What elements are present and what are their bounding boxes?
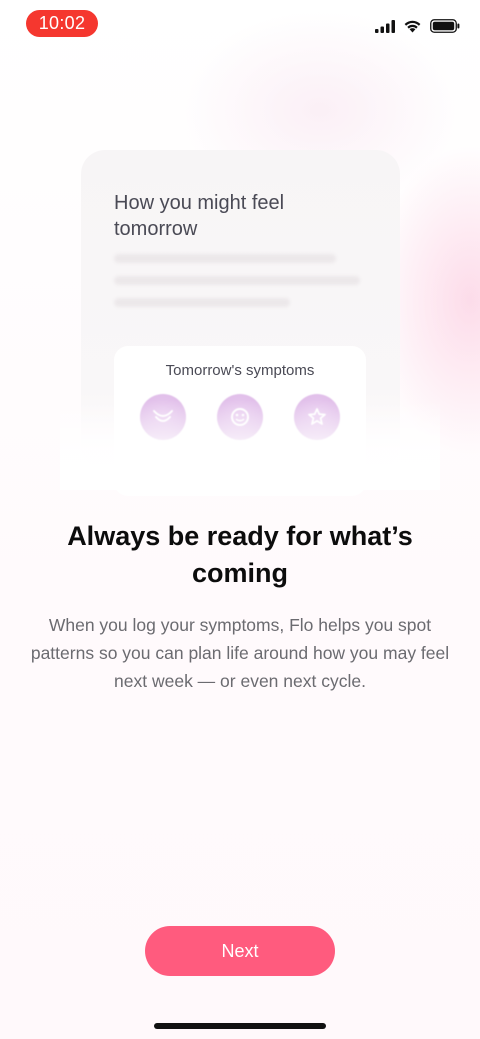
- status-icons: [375, 18, 460, 34]
- onboarding-description: When you log your symptoms, Flo helps yo…: [30, 615, 450, 691]
- status-time: 10:02: [26, 10, 98, 37]
- status-bar: 10:02: [0, 0, 480, 48]
- preview-title: How you might feel tomorrow: [114, 192, 285, 240]
- wifi-icon: [404, 20, 421, 33]
- home-indicator[interactable]: [154, 1023, 326, 1029]
- onboarding-headline: Always be ready for what’s coming: [67, 521, 413, 588]
- preview-blurred-text: [114, 254, 364, 320]
- next-button[interactable]: Next: [145, 926, 335, 976]
- battery-icon: [430, 19, 460, 33]
- cellular-signal-icon: [375, 19, 395, 33]
- preview-fade: [60, 400, 440, 490]
- symptoms-title: Tomorrow's symptoms: [165, 362, 315, 379]
- onboarding-screen: 10:02 How you might feel tomorrow Tomorr…: [0, 0, 480, 1039]
